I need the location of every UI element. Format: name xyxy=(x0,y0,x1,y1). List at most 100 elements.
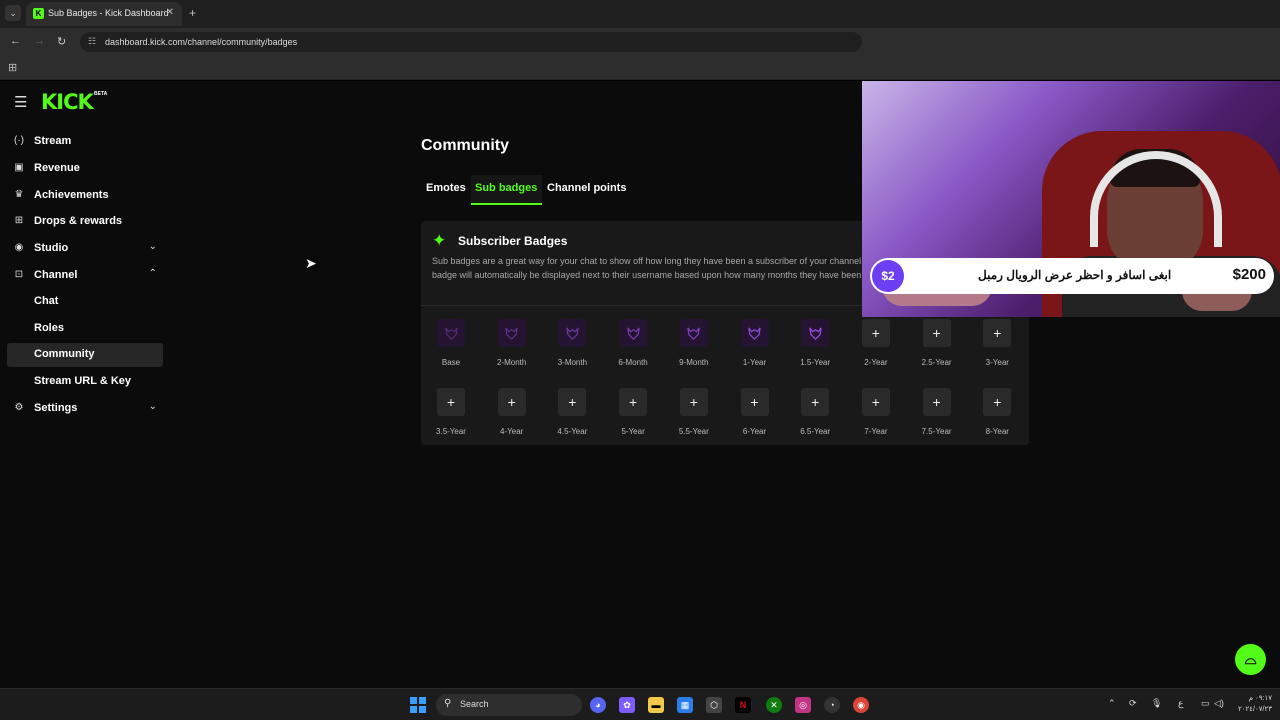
windows-start-icon[interactable] xyxy=(410,697,426,713)
reload-icon[interactable]: ↻ xyxy=(57,35,66,48)
file-explorer-icon[interactable]: ▬ xyxy=(648,697,664,713)
badge-label: 5-Year xyxy=(621,427,645,436)
sidebar-item-channel[interactable]: ⊡ Channel ⌃ xyxy=(7,264,163,288)
plus-icon: + xyxy=(507,394,516,410)
tab-title: Sub Badges - Kick Dashboard xyxy=(48,8,169,18)
kick-logo[interactable]: KICK xyxy=(41,90,94,114)
badge-label: 9-Month xyxy=(679,358,709,367)
badge-slot[interactable]: 3-Month xyxy=(542,319,592,375)
badge-label: 8-Year xyxy=(985,427,1009,436)
sidebar-item-studio[interactable]: ◉ Studio ⌄ xyxy=(7,237,163,261)
xbox-icon[interactable]: ✕ xyxy=(766,697,782,713)
badge-label: 3.5-Year xyxy=(436,427,466,436)
sidebar-item-drops-rewards[interactable]: ⊞ Drops & rewards xyxy=(7,210,163,234)
add-badge-button[interactable]: + xyxy=(619,388,648,416)
forward-icon[interactable]: → xyxy=(34,35,45,47)
tab-channel-points[interactable]: Channel points xyxy=(547,182,626,194)
sidebar-item-achievements[interactable]: ♛ Achievements xyxy=(7,184,163,208)
instagram-icon[interactable]: ◎ xyxy=(795,697,811,713)
netflix-icon[interactable]: N xyxy=(735,697,751,713)
sidebar-item-roles[interactable]: Roles xyxy=(7,317,163,341)
badge-slot[interactable]: 1.5-Year xyxy=(785,319,835,375)
tab-search-button[interactable]: ⌄ xyxy=(5,5,21,21)
add-badge-button[interactable]: + xyxy=(861,319,890,347)
site-info-icon[interactable]: ☷ xyxy=(88,36,96,47)
add-badge-button[interactable]: + xyxy=(983,319,1012,347)
wolf-badge-icon[interactable] xyxy=(497,319,526,347)
add-badge-button[interactable]: + xyxy=(679,388,708,416)
add-badge-button[interactable]: + xyxy=(861,388,890,416)
chevron-down-icon[interactable]: ⌄ xyxy=(149,241,157,252)
add-badge-button[interactable]: + xyxy=(558,388,587,416)
badge-slot[interactable]: +3.5-Year xyxy=(421,388,471,444)
sidebar-item-chat[interactable]: Chat xyxy=(7,290,163,314)
badge-slot[interactable]: +8-Year xyxy=(967,388,1017,444)
tab-emotes[interactable]: Emotes xyxy=(426,182,466,194)
back-icon[interactable]: ← xyxy=(10,35,21,47)
app-icon[interactable]: ◔ xyxy=(824,697,840,713)
sidebar-item-stream-url-key[interactable]: Stream URL & Key xyxy=(7,370,163,394)
browser-tab[interactable]: K Sub Badges - Kick Dashboard ✕ xyxy=(26,2,182,26)
add-badge-button[interactable]: + xyxy=(740,388,769,416)
badge-slot[interactable]: 9-Month xyxy=(664,319,714,375)
omnibox[interactable]: ☷ dashboard.kick.com/channel/community/b… xyxy=(80,32,862,52)
close-tab-icon[interactable]: ✕ xyxy=(166,7,174,18)
sidebar-item-revenue[interactable]: ▣ Revenue xyxy=(7,157,163,181)
url-text[interactable]: dashboard.kick.com/channel/community/bad… xyxy=(105,37,297,47)
copilot-icon[interactable]: ✿ xyxy=(619,697,635,713)
sidebar-item-stream[interactable]: (·) Stream xyxy=(7,130,163,154)
add-badge-button[interactable]: + xyxy=(497,388,526,416)
add-badge-button[interactable]: + xyxy=(983,388,1012,416)
store-icon[interactable]: ▦ xyxy=(677,697,693,713)
app-icon[interactable]: ⬡ xyxy=(706,697,722,713)
badge-label: Base xyxy=(441,358,461,367)
wolf-badge-icon[interactable] xyxy=(437,319,465,347)
volume-icon[interactable]: ◁) xyxy=(1214,698,1224,709)
taskbar-search[interactable]: ⚲ Search xyxy=(436,694,582,716)
badge-slot[interactable]: +3-Year xyxy=(967,319,1017,375)
chevron-up-icon[interactable]: ⌃ xyxy=(1108,698,1116,709)
add-badge-button[interactable]: + xyxy=(437,388,465,416)
chevron-up-icon[interactable]: ⌃ xyxy=(149,268,157,279)
chevron-down-icon[interactable]: ⌄ xyxy=(149,401,157,412)
badge-slot[interactable]: 1-Year xyxy=(725,319,775,375)
badge-slot[interactable]: +6-Year xyxy=(725,388,775,444)
sidebar-item-label: Community xyxy=(34,348,95,360)
add-badge-button[interactable]: + xyxy=(922,388,951,416)
chrome-icon[interactable]: ◉ xyxy=(853,697,869,713)
wolf-badge-icon[interactable] xyxy=(801,319,830,347)
add-badge-button[interactable]: + xyxy=(801,388,830,416)
add-badge-button[interactable]: + xyxy=(922,319,951,347)
badge-slot[interactable]: +4.5-Year xyxy=(542,388,592,444)
wolf-badge-icon[interactable] xyxy=(679,319,708,347)
discord-icon[interactable]: ◕ xyxy=(590,697,606,713)
new-tab-button[interactable]: + xyxy=(189,6,196,20)
badge-slot[interactable]: +4-Year xyxy=(482,388,532,444)
badge-slot[interactable]: 6-Month xyxy=(603,319,653,375)
badge-slot[interactable]: +2-Year xyxy=(846,319,896,375)
support-chat-button[interactable]: ⌓ xyxy=(1235,644,1266,675)
sidebar-item-community[interactable]: Community xyxy=(7,343,163,367)
channel-icon: ⊡ xyxy=(14,269,24,280)
sidebar-item-settings[interactable]: ⚙ Settings ⌄ xyxy=(7,397,163,421)
badge-slot[interactable]: +5-Year xyxy=(603,388,653,444)
wolf-badge-icon[interactable] xyxy=(619,319,648,347)
sync-icon[interactable]: ⟳ xyxy=(1129,698,1137,709)
wolf-badge-icon[interactable] xyxy=(558,319,587,347)
badge-slot[interactable]: +5.5-Year xyxy=(664,388,714,444)
language-indicator[interactable]: ع xyxy=(1178,698,1183,709)
badge-label: 6-Year xyxy=(742,427,767,436)
tab-sub-badges[interactable]: Sub badges xyxy=(475,182,537,194)
badge-slot[interactable]: +2.5-Year xyxy=(907,319,957,375)
system-clock[interactable]: ٠٩:١٧ م ٢٠٢٤/٠٧/٢٣ xyxy=(1238,693,1272,715)
badge-slot[interactable]: +7-Year xyxy=(846,388,896,444)
badge-slot[interactable]: +6.5-Year xyxy=(785,388,835,444)
microphone-icon[interactable]: 🎙 xyxy=(1151,698,1162,709)
hamburger-menu-icon[interactable]: ☰ xyxy=(14,93,27,111)
apps-grid-icon[interactable]: ⊞ xyxy=(8,61,17,74)
badge-slot[interactable]: Base xyxy=(421,319,471,375)
badge-slot[interactable]: 2-Month xyxy=(482,319,532,375)
network-icon[interactable]: ▭ xyxy=(1201,698,1210,709)
badge-slot[interactable]: +7.5-Year xyxy=(907,388,957,444)
wolf-badge-icon[interactable] xyxy=(740,319,769,347)
